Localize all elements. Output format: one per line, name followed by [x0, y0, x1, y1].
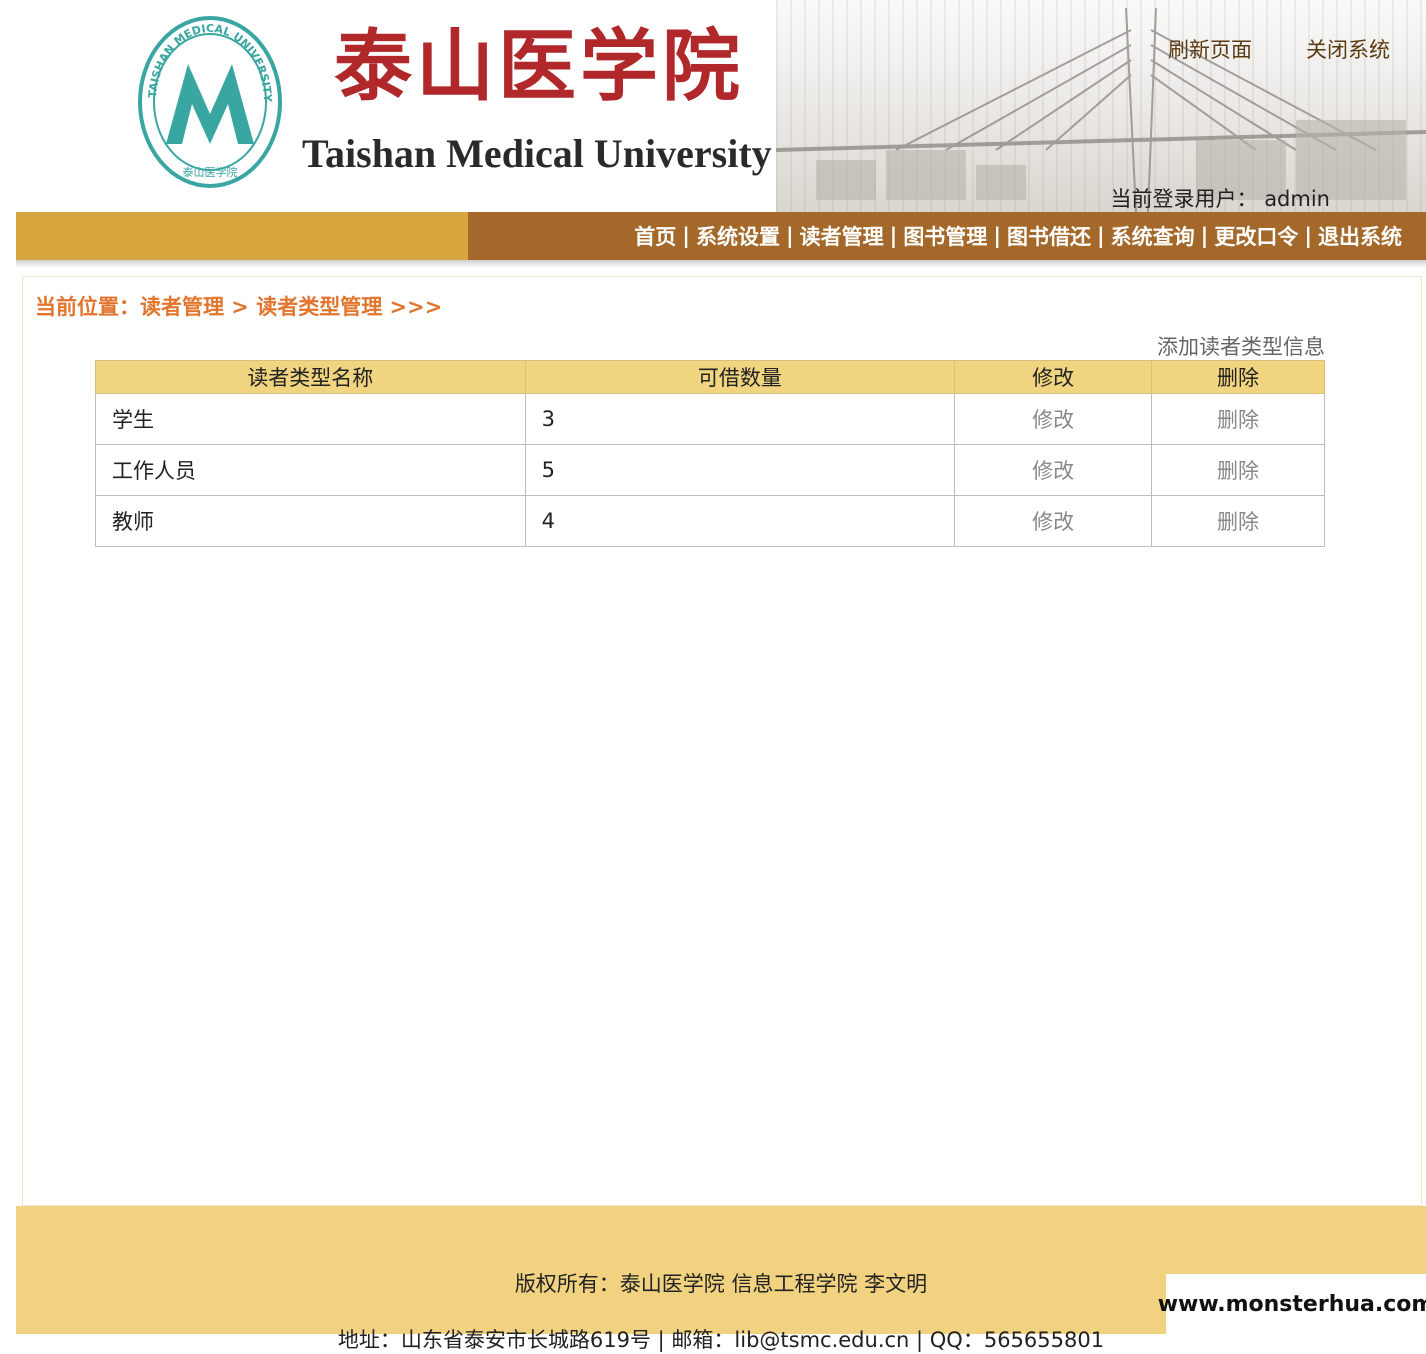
nav-separator: | [785, 224, 794, 248]
column-header-delete: 删除 [1151, 360, 1325, 394]
top-links: 刷新页面 关闭系统 [1168, 34, 1390, 64]
edit-link[interactable]: 修改 [954, 393, 1153, 445]
svg-text:TAISHAN MEDICAL UNIVERSITY: TAISHAN MEDICAL UNIVERSITY [146, 22, 274, 103]
borrow-limit: 3 [524, 393, 956, 445]
nav-item-home[interactable]: 首页 [634, 221, 676, 251]
column-header-borrow-limit: 可借数量 [524, 360, 956, 394]
nav-item-reader-management[interactable]: 读者管理 [800, 221, 884, 251]
nav-accent-block [16, 212, 468, 260]
add-reader-type-link[interactable]: 添加读者类型信息 [1157, 331, 1325, 361]
edit-link[interactable]: 修改 [954, 495, 1153, 547]
nav-item-system-query[interactable]: 系统查询 [1111, 221, 1195, 251]
nav-item-logout[interactable]: 退出系统 [1318, 221, 1402, 251]
nav-menu: 首页 | 系统设置 | 读者管理 | 图书管理 | 图书借还 | 系统查询 | … [468, 212, 1426, 260]
bridge-illustration [776, 7, 1426, 212]
table-row: 工作人员 5 修改 删除 [95, 444, 1325, 496]
refresh-page-link[interactable]: 刷新页面 [1168, 34, 1252, 64]
nav-item-borrow-return[interactable]: 图书借还 [1007, 221, 1091, 251]
reader-type-name: 教师 [95, 495, 526, 547]
nav-item-system-settings[interactable]: 系统设置 [696, 221, 780, 251]
delete-link[interactable]: 删除 [1151, 495, 1325, 547]
borrow-limit: 5 [524, 444, 956, 496]
logo-ring-text: TAISHAN MEDICAL UNIVERSITY [146, 22, 274, 103]
university-name-en: Taishan Medical University [302, 131, 772, 176]
breadcrumb: 当前位置：读者管理 > 读者类型管理 >>> [35, 295, 443, 319]
nav-separator: | [682, 224, 690, 248]
table-header-row: 读者类型名称 可借数量 修改 删除 [95, 360, 1325, 394]
header: TAISHAN MEDICAL UNIVERSITY 泰山医学院 泰山医学院 T… [16, 0, 1426, 212]
close-system-link[interactable]: 关闭系统 [1306, 34, 1390, 64]
delete-link[interactable]: 删除 [1151, 393, 1325, 445]
reader-type-name: 工作人员 [95, 444, 526, 496]
nav-item-book-management[interactable]: 图书管理 [903, 221, 987, 251]
nav-separator: | [1096, 224, 1105, 248]
delete-link[interactable]: 删除 [1151, 444, 1325, 496]
university-name-cn: 泰山医学院 [334, 21, 745, 112]
logo-bottom-text: 泰山医学院 [183, 165, 238, 179]
borrow-limit: 4 [524, 495, 956, 547]
nav-separator: | [1200, 224, 1209, 248]
nav-shadow [16, 260, 1426, 268]
watermark: www.monsterhua.com [1158, 1274, 1426, 1334]
reader-type-name: 学生 [95, 393, 526, 445]
table-row: 教师 4 修改 删除 [95, 495, 1325, 547]
nav-separator: | [993, 224, 1001, 248]
main-content: 当前位置：读者管理 > 读者类型管理 >>> 添加读者类型信息 读者类型名称 可… [22, 276, 1422, 1206]
nav-item-change-password[interactable]: 更改口令 [1214, 221, 1298, 251]
table-row: 学生 3 修改 删除 [95, 393, 1325, 445]
reader-type-table: 读者类型名称 可借数量 修改 删除 学生 3 修改 删除 工作人员 5 修改 删… [95, 360, 1325, 547]
university-logo: TAISHAN MEDICAL UNIVERSITY 泰山医学院 [138, 16, 282, 188]
column-header-edit: 修改 [954, 360, 1153, 394]
edit-link[interactable]: 修改 [954, 444, 1153, 496]
current-user-label: 当前登录用户： admin [1110, 187, 1330, 211]
nav-separator: | [889, 224, 898, 248]
column-header-type-name: 读者类型名称 [95, 360, 526, 394]
nav-separator: | [1304, 224, 1312, 248]
main-nav: 首页 | 系统设置 | 读者管理 | 图书管理 | 图书借还 | 系统查询 | … [16, 212, 1426, 260]
